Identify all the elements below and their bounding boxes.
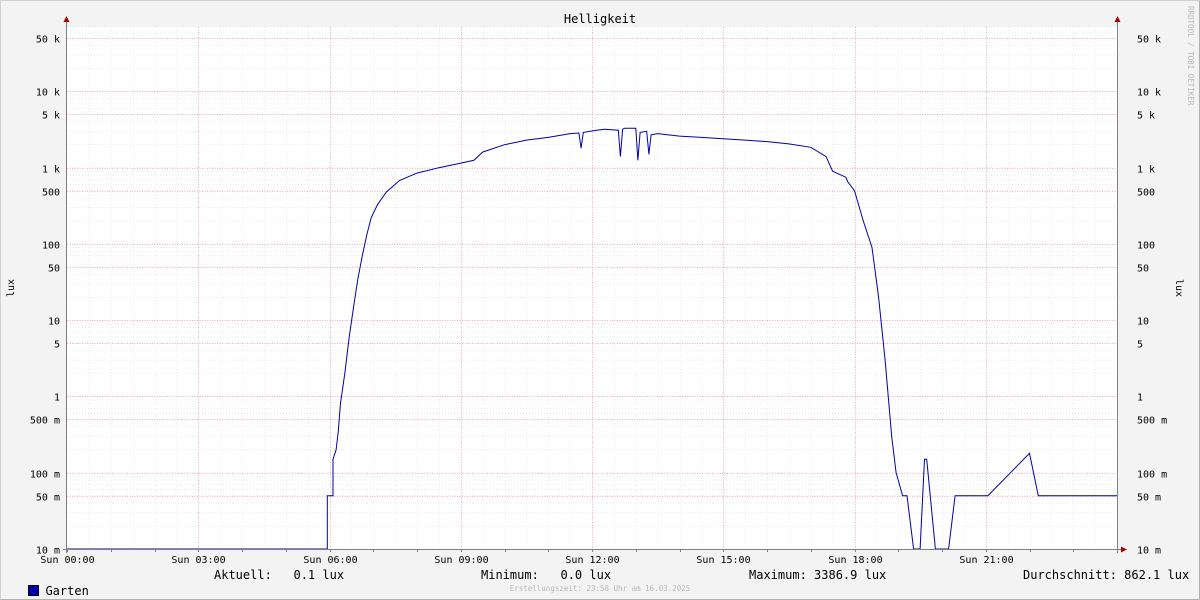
y-tick-label-left: 50 xyxy=(48,264,60,275)
y-tick-label-right: 500 xyxy=(1137,188,1155,199)
y-tick-label-left: 500 m xyxy=(30,416,60,427)
y-axis-arrow-right xyxy=(1114,16,1121,22)
y-tick-label-left: 50 m xyxy=(36,493,60,504)
y-tick-label-right: 10 xyxy=(1137,317,1149,328)
x-tick-label: Sun 09:00 xyxy=(434,555,488,566)
y-tick-label-right: 50 m xyxy=(1137,493,1161,504)
y-tick-label-left: 50 k xyxy=(36,35,60,46)
y-tick-label-left: 1 xyxy=(54,393,60,404)
x-tick-label: Sun 18:00 xyxy=(828,555,882,566)
y-tick-label-right: 10 m xyxy=(1137,546,1161,557)
x-axis: Sun 00:00 Sun 03:00 Sun 06:00 Sun 09:00 Sun … xyxy=(40,555,1013,566)
y-tick-label-right: 100 m xyxy=(1137,470,1167,481)
y-axis-left: 10 m50 m100 m500 m1510501005001 k5 k10 k… xyxy=(30,35,60,557)
y-axis-label-left: lux xyxy=(6,279,17,297)
y-tick-label-left: 100 xyxy=(42,241,60,252)
y-tick-label-left: 100 m xyxy=(30,470,60,481)
y-axis-arrow-left xyxy=(63,16,70,22)
chart-title: Helligkeit xyxy=(564,12,636,26)
legend-current: Aktuell: 0.1 lux xyxy=(214,568,345,582)
legend-maximum: Maximum: 3386.9 lux xyxy=(749,568,887,582)
y-axis-right: 10 m 50 m 100 m 500 m 1 5 10 50 100 500 1 k 5 k 10 k… xyxy=(1137,35,1167,557)
y-tick-label-left: 5 xyxy=(54,340,60,351)
x-tick-label: Sun 03:00 xyxy=(171,555,225,566)
y-tick-label-right: 1 k xyxy=(1137,165,1155,176)
y-tick-label-right: 50 k xyxy=(1137,35,1161,46)
creation-time: Erstellungszeit: 23:58 Uhr am 16.03.2025 xyxy=(509,584,691,593)
y-tick-label-right: 10 k xyxy=(1137,88,1161,99)
legend-series: Garten xyxy=(14,567,89,598)
line-chart: Helligkeit 10 m 50 m 100 m 500 m 1 5 10 50 100 50… xyxy=(6,6,1195,566)
x-tick-label: Sun 00:00 xyxy=(40,555,94,566)
y-tick-label-right: 1 xyxy=(1137,393,1143,404)
rrdtool-watermark: RRDTOOL / TOBI OETIKER xyxy=(1186,6,1195,106)
y-tick-label-right: 5 xyxy=(1137,340,1143,351)
y-tick-label-right: 5 k xyxy=(1137,111,1155,122)
plot-area xyxy=(67,27,1117,549)
x-tick-label: Sun 06:00 xyxy=(303,555,357,566)
legend-average: Durchschnitt: 862.1 lux xyxy=(1023,568,1190,582)
y-tick-label-right: 50 xyxy=(1137,264,1149,275)
x-tick-label: Sun 12:00 xyxy=(565,555,619,566)
y-tick-label-right: 500 m xyxy=(1137,416,1167,427)
y-tick-label-left: 500 xyxy=(42,188,60,199)
y-tick-label-left: 10 xyxy=(48,317,60,328)
y-tick-label-left: 10 k xyxy=(36,88,60,99)
x-tick-label: Sun 21:00 xyxy=(959,555,1013,566)
y-axis-label-right: lux xyxy=(1173,279,1184,297)
x-axis-arrow xyxy=(1121,546,1127,553)
legend-minimum: Minimum: 0.0 lux xyxy=(481,568,612,582)
y-tick-label-left: 5 k xyxy=(42,111,60,122)
y-tick-label-right: 100 xyxy=(1137,241,1155,252)
y-tick-label-left: 1 k xyxy=(42,165,60,176)
x-tick-label: Sun 15:00 xyxy=(696,555,750,566)
